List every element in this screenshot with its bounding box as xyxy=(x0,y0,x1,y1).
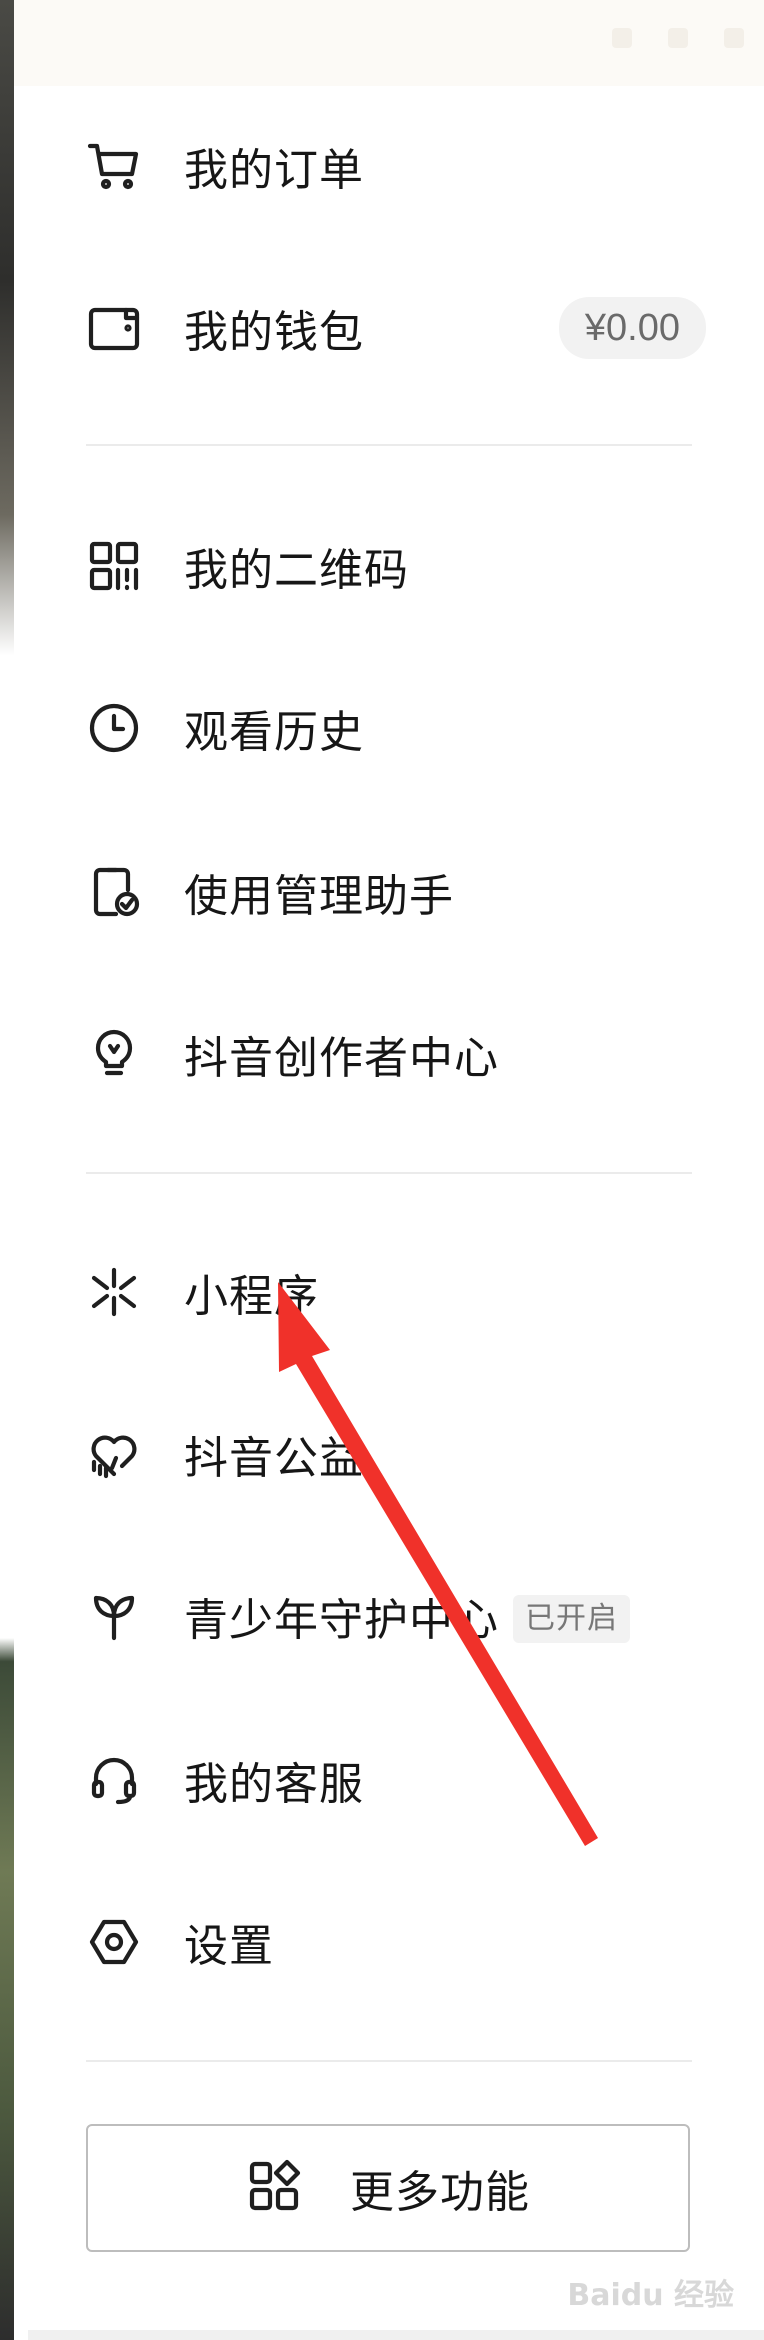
menu-item-orders[interactable]: 我的订单 xyxy=(14,106,764,226)
status-icon xyxy=(612,28,632,48)
phone-check-icon xyxy=(86,864,142,920)
lightbulb-icon xyxy=(86,1026,142,1082)
menu-item-creator-center[interactable]: 抖音创作者中心 xyxy=(14,994,764,1114)
menu-item-label: 设置 xyxy=(184,1921,274,1972)
clock-icon xyxy=(86,700,142,756)
menu-item-customer-service[interactable]: 我的客服 xyxy=(14,1720,764,1840)
wallet-balance-badge: ¥0.00 xyxy=(558,297,706,359)
background-video-edge xyxy=(0,0,14,2340)
more-functions-label: 更多功能 xyxy=(350,2167,530,2218)
headset-icon xyxy=(86,1752,142,1808)
wallet-icon xyxy=(86,300,142,356)
status-icon xyxy=(668,28,688,48)
status-bar xyxy=(14,0,764,86)
qrcode-icon xyxy=(86,538,142,594)
side-menu-panel: 我的订单 我的钱包 ¥0.00 我的二维码 观看历史 使用管理助手 抖音创作者中… xyxy=(14,0,764,2340)
bottom-edge xyxy=(28,2330,764,2340)
divider xyxy=(86,444,692,446)
menu-item-label: 抖音创作者中心 xyxy=(184,1033,499,1084)
menu-item-label: 我的二维码 xyxy=(184,545,409,596)
menu-item-label: 小程序 xyxy=(184,1271,319,1322)
hexagon-settings-icon xyxy=(86,1914,142,1970)
cart-icon xyxy=(86,138,142,194)
menu-item-wallet[interactable]: 我的钱包 ¥0.00 xyxy=(14,268,764,388)
menu-item-history[interactable]: 观看历史 xyxy=(14,668,764,788)
heart-hand-icon xyxy=(86,1426,142,1482)
menu-item-youth-protection[interactable]: 青少年守护中心 已开启 xyxy=(14,1556,764,1676)
menu-item-label: 我的订单 xyxy=(184,145,364,196)
menu-item-label: 抖音公益 xyxy=(184,1433,364,1484)
divider xyxy=(86,2060,692,2062)
status-tag-enabled: 已开启 xyxy=(513,1595,630,1643)
more-functions-button[interactable]: 更多功能 xyxy=(86,2124,690,2252)
menu-item-label: 我的客服 xyxy=(184,1759,364,1810)
mini-program-icon xyxy=(86,1264,142,1320)
grid-shapes-icon xyxy=(246,2158,302,2218)
menu-item-label: 我的钱包 xyxy=(184,307,364,358)
menu-item-charity[interactable]: 抖音公益 xyxy=(14,1394,764,1514)
menu-item-label-wrapper: 青少年守护中心 已开启 xyxy=(184,1584,630,1648)
status-icons xyxy=(612,28,744,48)
watermark-logo: Baidu 经验 xyxy=(567,2278,734,2313)
sprout-icon xyxy=(86,1588,142,1644)
divider xyxy=(86,1172,692,1174)
menu-item-label: 使用管理助手 xyxy=(184,871,454,922)
menu-item-qrcode[interactable]: 我的二维码 xyxy=(14,506,764,626)
screen: 我的订单 我的钱包 ¥0.00 我的二维码 观看历史 使用管理助手 抖音创作者中… xyxy=(0,0,764,2340)
menu-item-usage-assistant[interactable]: 使用管理助手 xyxy=(14,832,764,952)
status-icon xyxy=(724,28,744,48)
menu-item-mini-program[interactable]: 小程序 xyxy=(14,1232,764,1352)
menu-item-label: 青少年守护中心 xyxy=(184,1595,499,1646)
menu-item-label: 观看历史 xyxy=(184,707,364,758)
menu-item-settings[interactable]: 设置 xyxy=(14,1882,764,2002)
